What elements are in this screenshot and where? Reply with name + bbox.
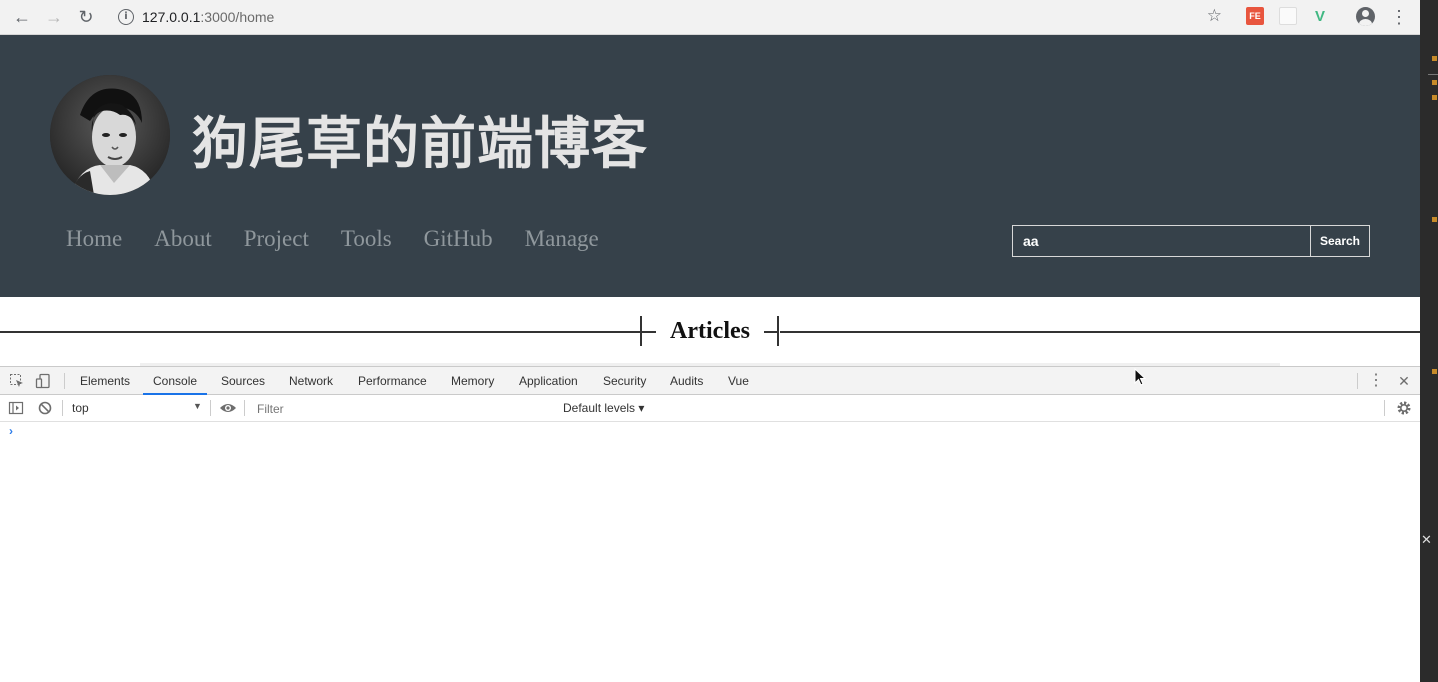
profile-icon[interactable]: [1356, 7, 1375, 26]
tab-memory[interactable]: Memory: [451, 367, 494, 395]
inspect-element-icon[interactable]: [9, 373, 25, 389]
fe-extension-icon[interactable]: FE: [1246, 7, 1264, 25]
divider-stub: [764, 331, 778, 333]
url-text: 127.0.0.1:3000/home: [142, 9, 274, 25]
console-filter-input[interactable]: [257, 400, 537, 417]
show-sidebar-icon[interactable]: [8, 400, 24, 416]
url-host: 127.0.0.1: [142, 8, 201, 25]
site-nav: Home About Project Tools GitHub Manage: [66, 226, 631, 252]
console-toolbar: top ▼ Default levels ▾: [0, 395, 1420, 422]
marker-line: [1428, 74, 1438, 75]
marker: [1432, 80, 1437, 85]
marker: [1432, 369, 1437, 374]
console-prompt[interactable]: ›: [9, 424, 13, 438]
tab-elements[interactable]: Elements: [80, 367, 130, 395]
divider-tick: [777, 316, 779, 346]
devtools-tabbar: Elements Console Sources Network Perform…: [0, 367, 1420, 395]
devtools-menu-icon[interactable]: ⋮: [1368, 373, 1384, 389]
separator: [62, 400, 63, 416]
back-icon[interactable]: ←: [6, 1, 38, 33]
search-button[interactable]: Search: [1311, 225, 1370, 257]
separator: [64, 373, 65, 389]
bookmark-star-icon[interactable]: ☆: [1207, 6, 1222, 26]
address-bar[interactable]: i 127.0.0.1:3000/home ☆: [108, 3, 1234, 30]
editor-sidebar: ✕: [1420, 0, 1438, 682]
tab-network[interactable]: Network: [289, 367, 333, 395]
separator: [1357, 373, 1358, 389]
nav-github[interactable]: GitHub: [424, 226, 493, 252]
section-heading: Articles: [640, 316, 780, 348]
site-title: 狗尾草的前端博客: [192, 111, 648, 177]
console-settings-gear-icon[interactable]: [1396, 400, 1412, 416]
log-levels-dropdown[interactable]: Default levels ▾: [563, 401, 644, 415]
browser-toolbar: ← → ↻ i 127.0.0.1:3000/home ☆ FE V ⋮: [0, 0, 1420, 35]
extension-icon[interactable]: [1279, 7, 1297, 25]
marker: [1432, 56, 1437, 61]
clear-console-icon[interactable]: [37, 400, 53, 416]
vue-devtools-icon[interactable]: V: [1311, 7, 1329, 25]
live-expression-eye-icon[interactable]: [219, 400, 236, 416]
nav-tools[interactable]: Tools: [341, 226, 392, 252]
device-toolbar-icon[interactable]: [35, 373, 51, 389]
articles-title: Articles: [670, 318, 750, 344]
close-devtools-icon[interactable]: ✕: [1396, 373, 1412, 389]
separator: [244, 400, 245, 416]
nav-about[interactable]: About: [154, 226, 212, 252]
separator: [210, 400, 211, 416]
tab-application[interactable]: Application: [519, 367, 578, 395]
forward-icon[interactable]: →: [38, 1, 70, 33]
devtools-panel: Elements Console Sources Network Perform…: [0, 366, 1420, 682]
browser-menu-icon[interactable]: ⋮: [1390, 6, 1408, 28]
tab-sources[interactable]: Sources: [221, 367, 265, 395]
context-dropdown-icon[interactable]: ▼: [193, 401, 202, 411]
search-form: Search: [1012, 225, 1370, 257]
info-icon[interactable]: i: [118, 8, 134, 25]
reload-icon[interactable]: ↻: [70, 1, 102, 33]
tab-performance[interactable]: Performance: [358, 367, 427, 395]
nav-manage[interactable]: Manage: [525, 226, 599, 252]
search-input[interactable]: [1012, 225, 1311, 257]
nav-project[interactable]: Project: [244, 226, 309, 252]
tab-vue[interactable]: Vue: [728, 367, 749, 395]
close-icon[interactable]: ✕: [1421, 532, 1432, 548]
screen: ← → ↻ i 127.0.0.1:3000/home ☆ FE V ⋮ ✕ 狗…: [0, 0, 1438, 682]
context-select[interactable]: top: [72, 401, 89, 415]
nav-home[interactable]: Home: [66, 226, 122, 252]
marker: [1432, 95, 1437, 100]
tab-security[interactable]: Security: [603, 367, 646, 395]
mouse-cursor-icon: [1134, 368, 1146, 386]
tab-audits[interactable]: Audits: [670, 367, 703, 395]
site-header: 狗尾草的前端博客 Home About Project Tools GitHub…: [0, 35, 1420, 297]
marker: [1432, 217, 1437, 222]
separator: [1384, 400, 1385, 416]
url-path: :3000/home: [200, 8, 275, 25]
avatar: [50, 75, 170, 195]
tab-console[interactable]: Console: [143, 367, 208, 395]
